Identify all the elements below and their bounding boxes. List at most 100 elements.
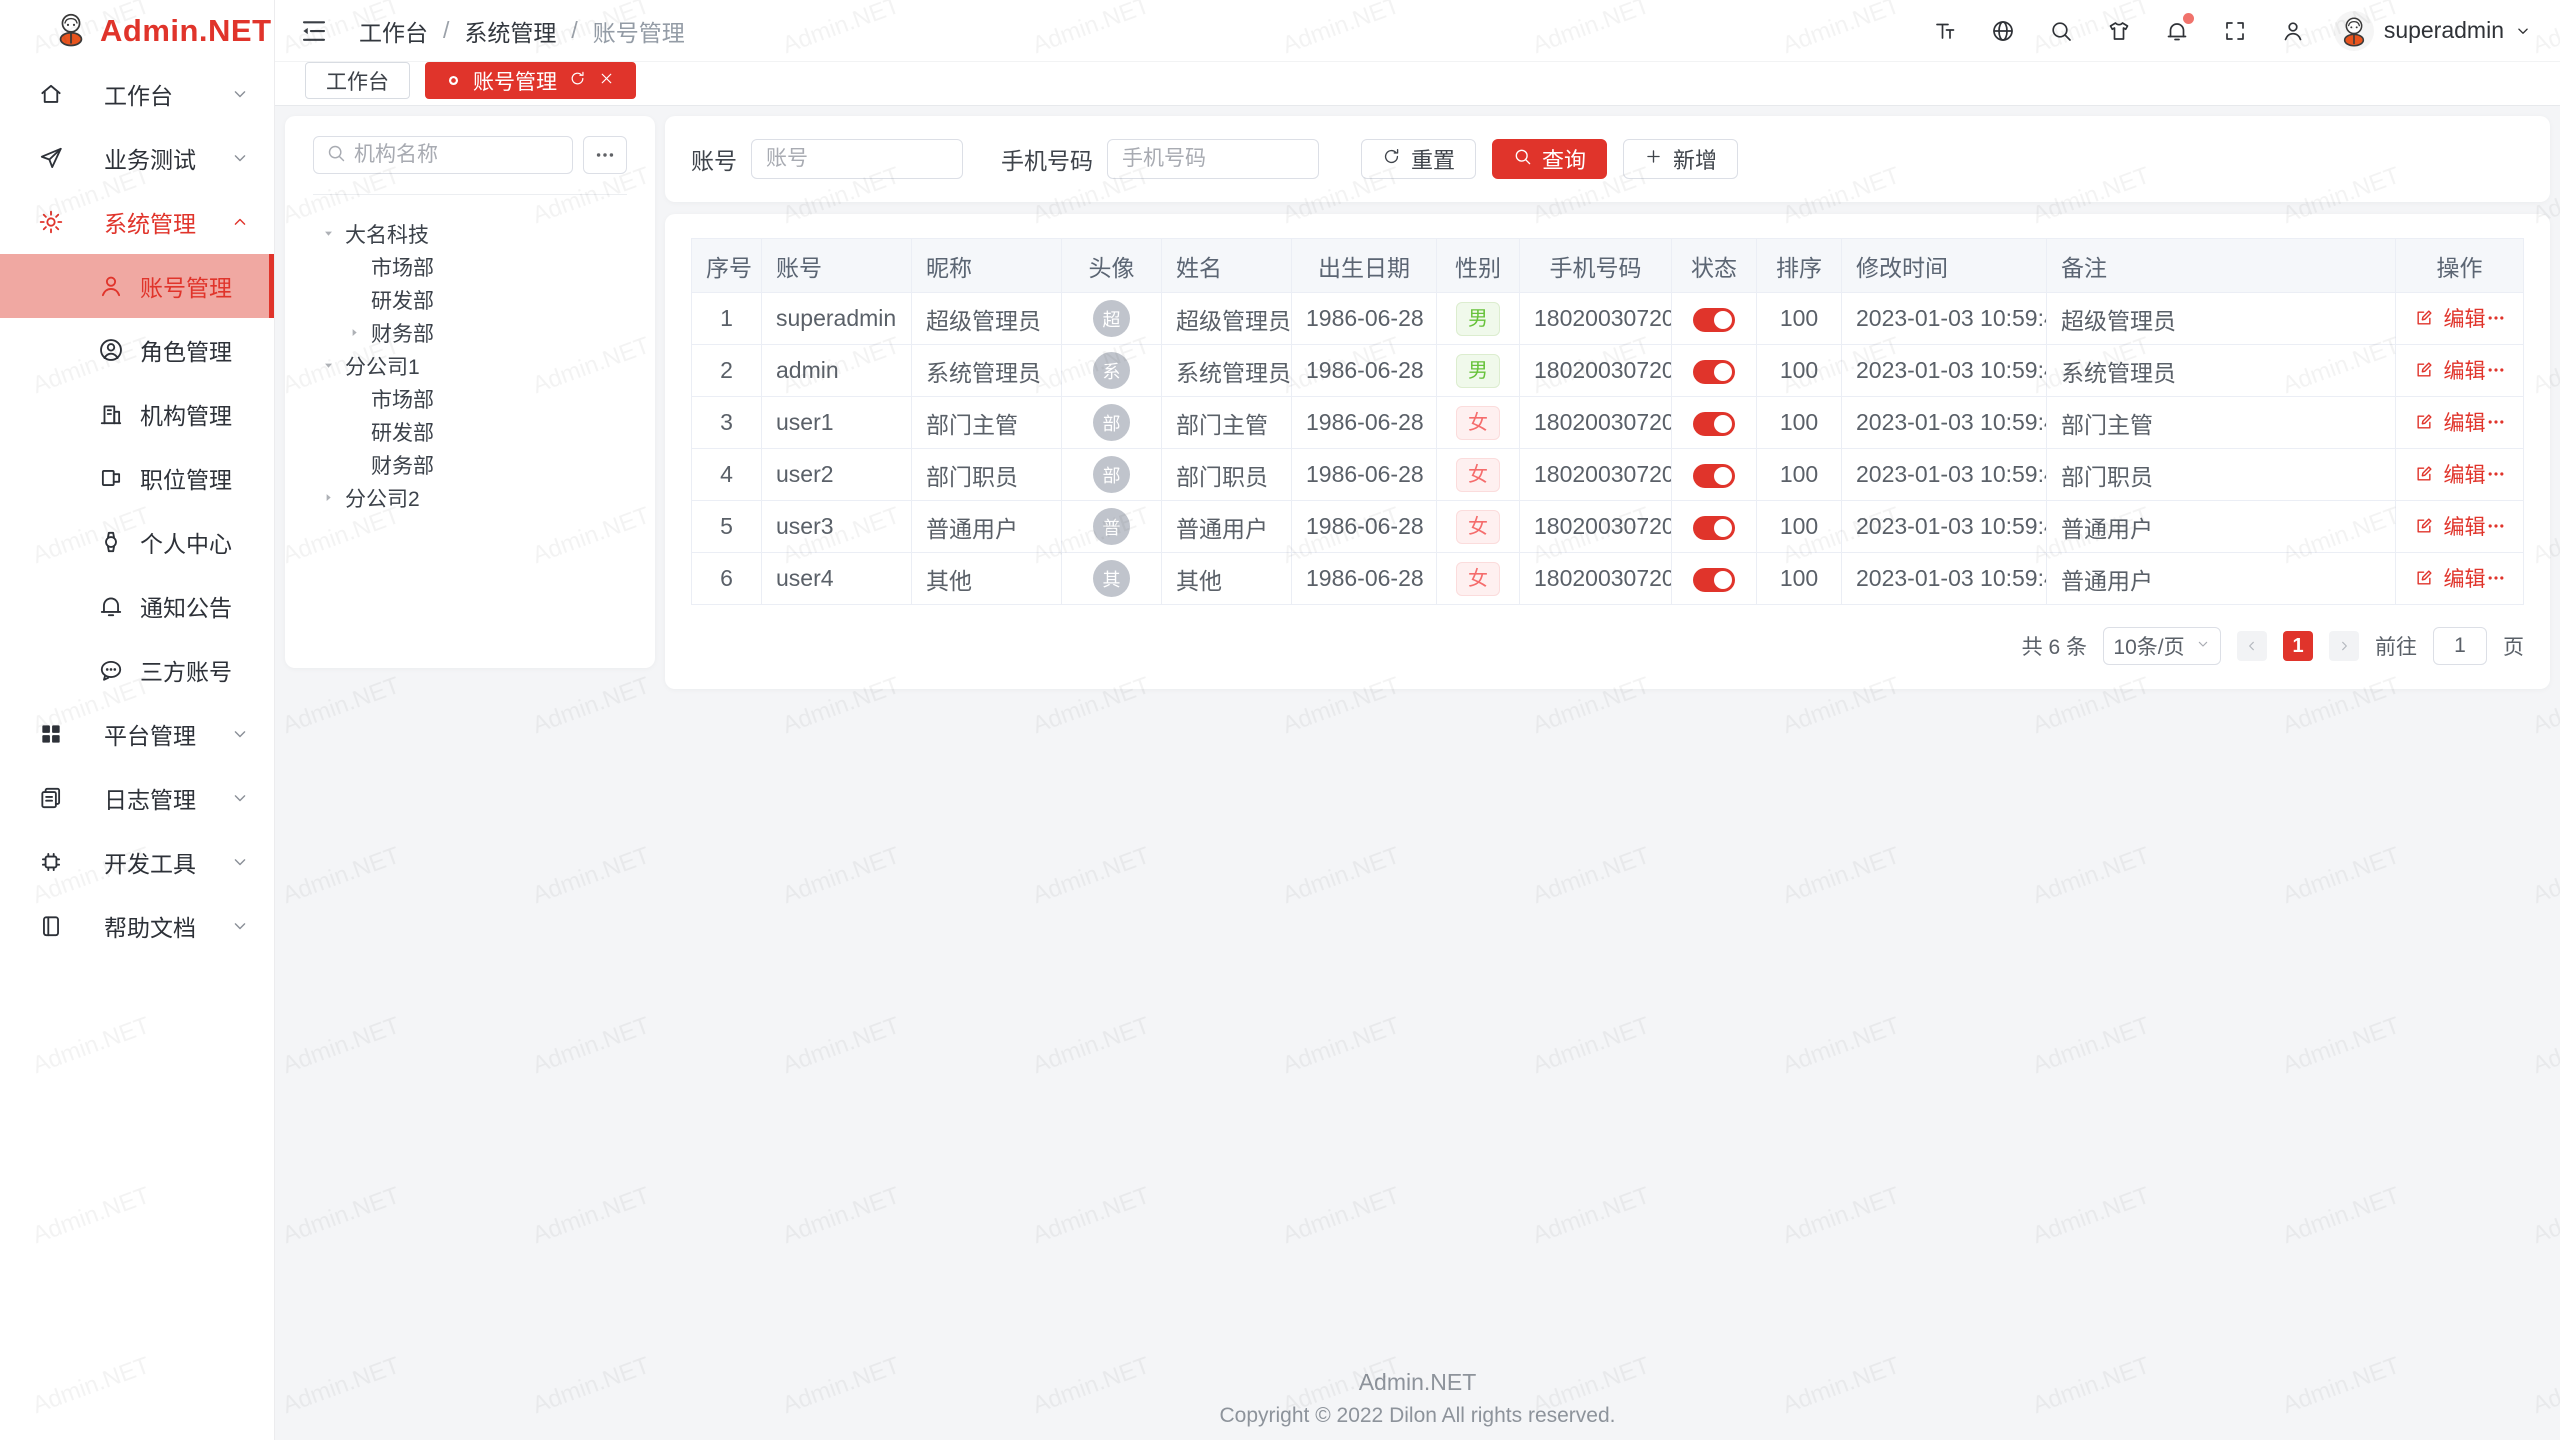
tree-node-4[interactable]: 分公司1 [313, 349, 627, 382]
fullscreen-icon [2223, 19, 2247, 43]
sidebar-item-4[interactable]: 日志管理 [0, 766, 274, 830]
status-toggle[interactable] [1693, 464, 1735, 488]
caret-down-icon [321, 358, 336, 373]
row-more-button[interactable] [2486, 516, 2506, 536]
status-toggle[interactable] [1693, 360, 1735, 384]
prev-page-button[interactable] [2237, 631, 2267, 661]
cell-status [1672, 449, 1757, 501]
tree-caret[interactable] [321, 490, 345, 505]
status-toggle[interactable] [1693, 308, 1735, 332]
breadcrumb-item-1[interactable]: 系统管理 [464, 14, 556, 48]
tree-caret[interactable] [321, 358, 345, 373]
org-more-button[interactable] [583, 136, 627, 174]
row-more-button[interactable] [2486, 464, 2506, 484]
chevron-down-icon [2195, 634, 2211, 658]
notification-button[interactable] [2160, 14, 2194, 48]
sidebar-item-label: 日志管理 [104, 781, 196, 815]
language-button[interactable] [1986, 14, 2020, 48]
table-row: 1superadmin超级管理员超超级管理员1986-06-28男1802003… [692, 293, 2524, 345]
tree-node-5[interactable]: 市场部 [313, 382, 627, 415]
goto-page-input[interactable] [2433, 627, 2487, 665]
cell-index: 5 [692, 501, 762, 553]
cell-nickname: 系统管理员 [912, 345, 1062, 397]
page-size-select[interactable]: 10条/页 [2103, 627, 2221, 665]
tree-node-0[interactable]: 大名科技 [313, 217, 627, 250]
account-label: 账号 [691, 142, 737, 176]
edit-button[interactable]: 编辑 [2414, 407, 2486, 437]
sidebar-subitem-0[interactable]: 账号管理 [0, 254, 274, 318]
cell-index: 4 [692, 449, 762, 501]
sidebar-subitem-1[interactable]: 角色管理 [0, 318, 274, 382]
search-button[interactable] [2044, 14, 2078, 48]
font-size-button[interactable] [1928, 14, 1962, 48]
chevron-down-icon [2195, 636, 2211, 652]
tree-node-3[interactable]: 财务部 [313, 316, 627, 349]
sidebar-item-0[interactable]: 工作台 [0, 62, 274, 126]
sidebar-subitem-4[interactable]: 个人中心 [0, 510, 274, 574]
org-name-input[interactable] [354, 143, 560, 167]
sidebar-subitem-2[interactable]: 机构管理 [0, 382, 274, 446]
tree-node-6[interactable]: 研发部 [313, 415, 627, 448]
breadcrumb-item-2[interactable]: 账号管理 [593, 14, 685, 48]
edit-button[interactable]: 编辑 [2414, 459, 2486, 489]
gender-tag: 男 [1456, 354, 1500, 388]
edit-button[interactable]: 编辑 [2414, 511, 2486, 541]
tree-caret[interactable] [321, 226, 345, 241]
plus-icon [1644, 146, 1663, 172]
theme-button[interactable] [2102, 14, 2136, 48]
column-header-8: 状态 [1672, 239, 1757, 293]
sidebar-item-2[interactable]: 系统管理 [0, 190, 274, 254]
table-row: 4user2部门职员部部门职员1986-06-28女18020030720100… [692, 449, 2524, 501]
sidebar-item-3[interactable]: 平台管理 [0, 702, 274, 766]
reset-button[interactable]: 重置 [1361, 139, 1476, 179]
cell-order: 100 [1757, 345, 1842, 397]
tree-node-1[interactable]: 市场部 [313, 250, 627, 283]
edit-button[interactable]: 编辑 [2414, 303, 2486, 333]
tree-caret[interactable] [347, 325, 371, 340]
status-toggle[interactable] [1693, 568, 1735, 592]
sidebar-item-5[interactable]: 开发工具 [0, 830, 274, 894]
tree-node-7[interactable]: 财务部 [313, 448, 627, 481]
tab-close-button[interactable] [598, 69, 615, 93]
tab-refresh-button[interactable] [569, 69, 586, 93]
sidebar-subitem-6[interactable]: 三方账号 [0, 638, 274, 702]
more-icon [2486, 308, 2506, 328]
tab-0[interactable]: 工作台 [305, 62, 410, 99]
fullscreen-button[interactable] [2218, 14, 2252, 48]
user-menu[interactable]: superadmin [2334, 11, 2532, 51]
status-toggle[interactable] [1693, 412, 1735, 436]
row-more-button[interactable] [2486, 568, 2506, 588]
breadcrumb-item-0[interactable]: 工作台 [359, 14, 428, 48]
cell-status [1672, 553, 1757, 605]
sidebar-subitem-5[interactable]: 通知公告 [0, 574, 274, 638]
breadcrumb-separator: / [571, 17, 577, 44]
profile-button[interactable] [2276, 14, 2310, 48]
row-more-button[interactable] [2486, 360, 2506, 380]
row-more-button[interactable] [2486, 308, 2506, 328]
sidebar-item-6[interactable]: 帮助文档 [0, 894, 274, 958]
gender-tag: 女 [1456, 458, 1500, 492]
edit-button[interactable]: 编辑 [2414, 563, 2486, 593]
row-more-button[interactable] [2486, 412, 2506, 432]
account-input[interactable] [751, 139, 963, 179]
sidebar-subitem-3[interactable]: 职位管理 [0, 446, 274, 510]
logo[interactable]: Admin.NET [0, 0, 274, 62]
edit-button[interactable]: 编辑 [2414, 355, 2486, 385]
next-page-button[interactable] [2329, 631, 2359, 661]
tree-node-label: 大名科技 [345, 219, 429, 249]
cell-time: 2023-01-03 10:59:44 [1842, 553, 2047, 605]
add-button[interactable]: 新增 [1623, 139, 1738, 179]
sidebar-menu: 工作台业务测试系统管理账号管理角色管理机构管理职位管理个人中心通知公告三方账号平… [0, 62, 274, 958]
collapse-sidebar-icon[interactable] [299, 14, 333, 48]
status-toggle[interactable] [1693, 516, 1735, 540]
table-row: 5user3普通用户普普通用户1986-06-28女18020030720100… [692, 501, 2524, 553]
query-button[interactable]: 查询 [1492, 139, 1607, 179]
sidebar-item-1[interactable]: 业务测试 [0, 126, 274, 190]
phone-input[interactable] [1107, 139, 1319, 179]
search-icon [1513, 146, 1532, 172]
current-page-button[interactable]: 1 [2283, 631, 2313, 661]
tree-node-2[interactable]: 研发部 [313, 283, 627, 316]
breadcrumb: 工作台/系统管理/账号管理 [359, 14, 685, 48]
tree-node-8[interactable]: 分公司2 [313, 481, 627, 514]
tab-1[interactable]: 账号管理 [425, 62, 636, 99]
